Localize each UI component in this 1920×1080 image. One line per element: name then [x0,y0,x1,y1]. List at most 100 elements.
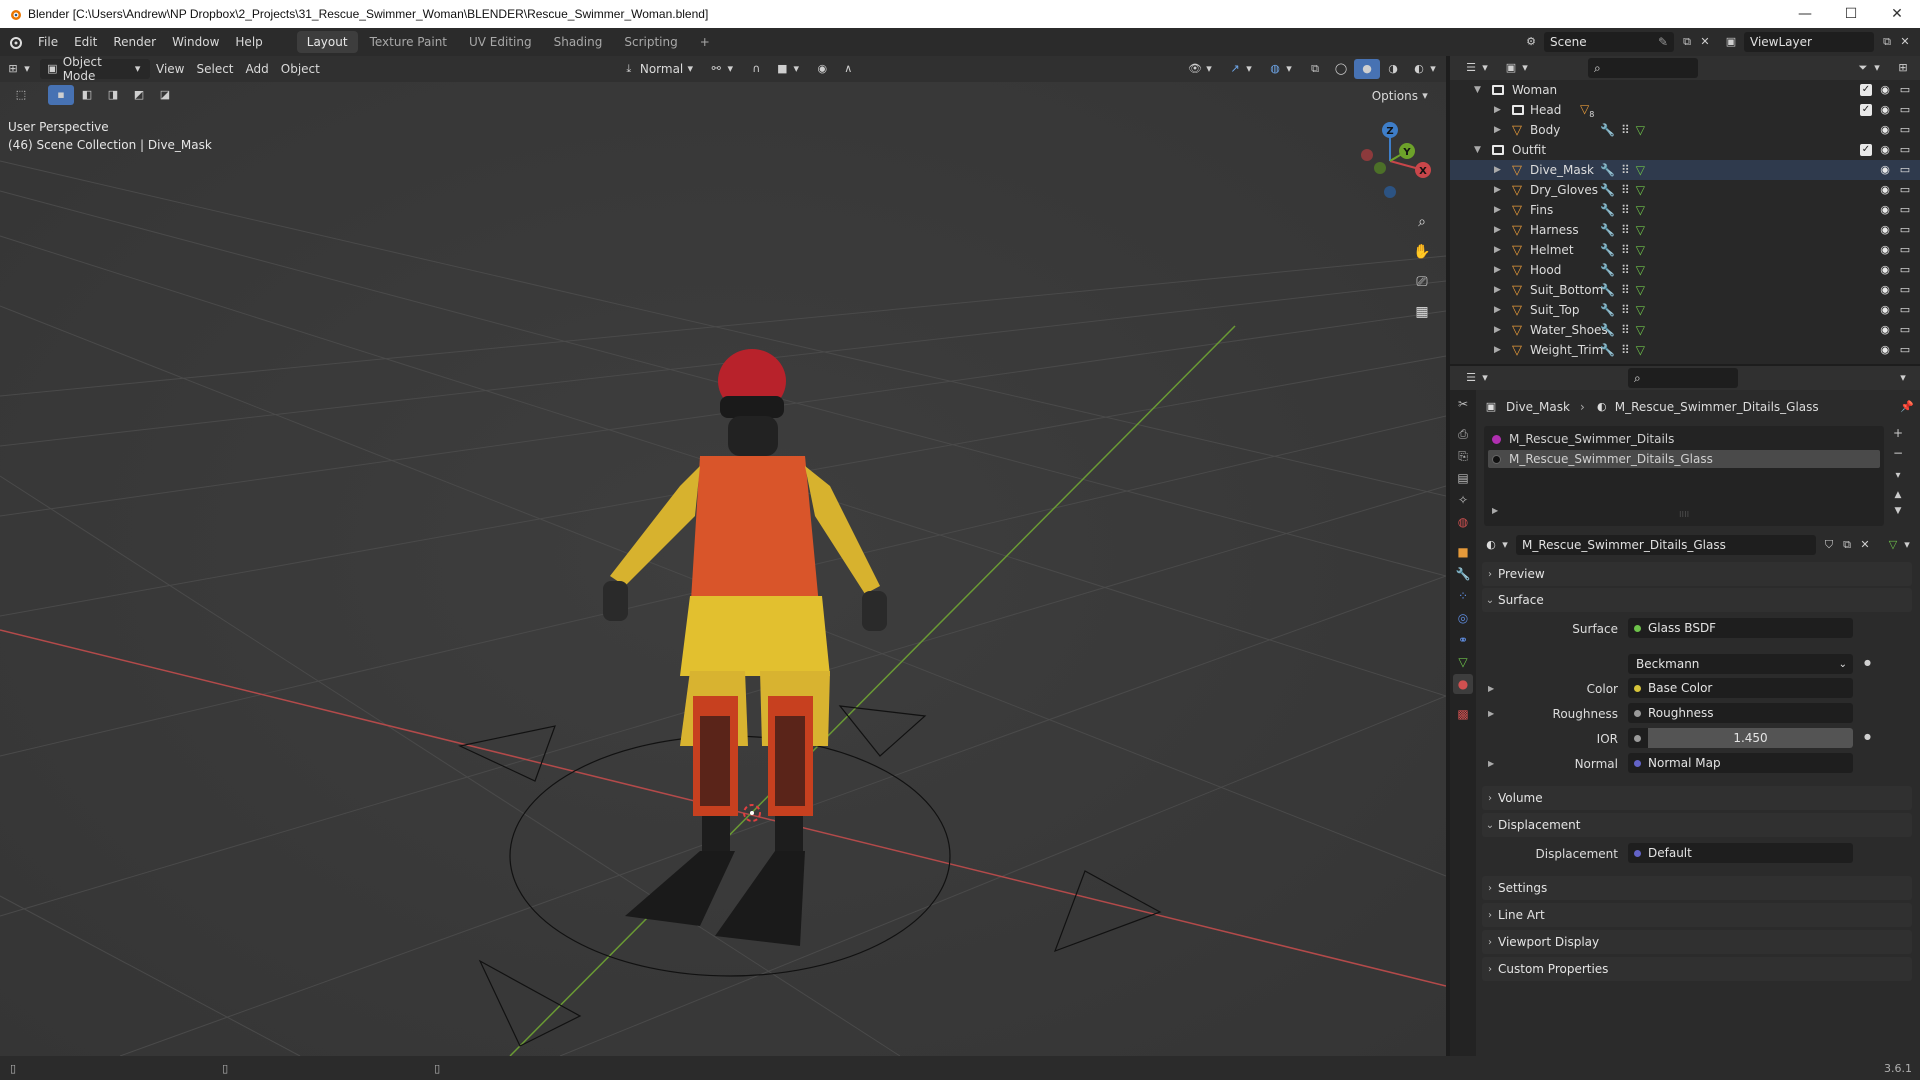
slot-specials-button[interactable]: ▾ [1888,470,1908,488]
expand-triangle-icon[interactable]: ▶ [1494,345,1504,355]
menu-edit[interactable]: Edit [66,35,105,49]
shading-material[interactable]: ◑ [1380,59,1406,79]
pin-icon[interactable]: 📌 [1900,400,1914,414]
tab-output[interactable]: ⎘ [1453,446,1473,466]
menu-render[interactable]: Render [105,35,164,49]
outliner-object-row[interactable]: ▶ ▽ Harness 🔧 ⠿ ▽ ◉ ▭ [1450,220,1920,240]
overlay-toggle[interactable]: ◍ ▾ [1262,59,1302,79]
blender-menu-icon[interactable] [0,35,30,49]
menu-select[interactable]: Select [190,59,239,79]
expand-triangle-icon[interactable]: ▶ [1494,285,1504,295]
eye-icon[interactable]: ◉ [1878,284,1892,296]
add-slot-button[interactable]: + [1888,426,1908,444]
material-browse-icon[interactable]: ◐ [1484,538,1498,552]
view-layer-field[interactable]: ViewLayer [1744,32,1874,52]
expand-triangle-icon[interactable]: ▶ [1494,265,1504,275]
tab-particles[interactable]: ⁘ [1453,586,1473,606]
zoom-tool[interactable]: ⌕ [1410,210,1434,234]
outliner-object-row[interactable]: ▶ Head ▽ 8 ✓ ◉ ▭ [1450,100,1920,120]
section-settings[interactable]: › Settings [1482,876,1912,900]
display-mode-dropdown[interactable]: ▣ ▾ [1498,58,1538,78]
tab-scene[interactable]: ✧ [1453,490,1473,510]
section-volume[interactable]: › Volume [1482,786,1912,810]
add-workspace-button[interactable]: + [690,31,720,53]
eye-icon[interactable]: ◉ [1878,84,1892,96]
tab-object[interactable]: ■ [1453,542,1473,562]
expand-triangle-icon[interactable]: ▶ [1492,506,1498,515]
monitor-icon[interactable]: ▭ [1898,84,1912,96]
shading-solid[interactable]: ● [1354,59,1380,79]
navigation-gizmo[interactable]: Z X Y [1345,116,1435,206]
snap-toggle[interactable]: ∩ [743,59,769,79]
ior-field[interactable]: 1.450 [1628,728,1853,748]
visibility-dropdown[interactable]: 👁 ▾ [1182,59,1222,79]
menu-window[interactable]: Window [164,35,227,49]
pan-tool[interactable]: ✋ [1410,240,1434,264]
section-displacement[interactable]: ⌄ Displacement [1482,813,1912,837]
monitor-icon[interactable]: ▭ [1898,124,1912,136]
delete-view-layer-icon[interactable]: ✕ [1898,35,1912,49]
scene-icon[interactable]: ⚙ [1524,35,1538,49]
tab-view-layer[interactable]: ▤ [1453,468,1473,488]
pin-icon[interactable]: ✎ [1658,35,1668,49]
tab-texture[interactable]: ▩ [1453,704,1473,724]
exclude-checkbox[interactable]: ✓ [1860,104,1872,116]
eye-icon[interactable]: ◉ [1878,244,1892,256]
displacement-input-field[interactable]: Default [1628,843,1853,863]
outliner-object-row[interactable]: ▶ ▽ Dive_Mask 🔧 ⠿ ▽ ◉ ▭ [1450,160,1920,180]
expand-triangle-icon[interactable]: ▶ [1494,305,1504,315]
tab-render[interactable]: ⎙ [1453,424,1473,444]
eye-icon[interactable]: ◉ [1878,344,1892,356]
expand-triangle-icon[interactable]: ▶ [1494,325,1504,335]
shading-rendered[interactable]: ◐ ▾ [1406,59,1446,79]
expand-triangle-icon[interactable]: ▶ [1494,125,1504,135]
eye-icon[interactable]: ◉ [1878,104,1892,116]
section-custom-properties[interactable]: › Custom Properties [1482,957,1912,981]
section-preview[interactable]: › Preview [1482,562,1912,586]
tab-world[interactable]: ◍ [1453,512,1473,532]
tab-shading[interactable]: Shading [544,31,613,53]
menu-help[interactable]: Help [227,35,270,49]
normal-input-field[interactable]: Normal Map [1628,753,1853,773]
select-extend-button[interactable]: ◧ [74,85,100,105]
outliner-object-row[interactable]: ▶ ▽ Suit_Top 🔧 ⠿ ▽ ◉ ▭ [1450,300,1920,320]
ortho-toggle-tool[interactable]: ▦ [1410,300,1434,324]
select-subtract-button[interactable]: ◨ [100,85,126,105]
outliner-object-row[interactable]: ▶ ▽ Weight_Trim 🔧 ⠿ ▽ ◉ ▭ [1450,340,1920,360]
scene-field[interactable]: Scene ✎ [1544,32,1674,52]
close-button[interactable]: ✕ [1874,0,1920,28]
outliner-object-row[interactable]: ▶ ▽ Water_Shoes 🔧 ⠿ ▽ ◉ ▭ [1450,320,1920,340]
outliner-search-input[interactable]: ⌕ [1588,58,1698,78]
monitor-icon[interactable]: ▭ [1898,244,1912,256]
orientation-dropdown[interactable]: ⤓ Normal ▾ [616,59,703,79]
tab-layout[interactable]: Layout [296,31,358,53]
expand-triangle-icon[interactable]: ▶ [1494,165,1504,175]
monitor-icon[interactable]: ▭ [1898,224,1912,236]
move-slot-up-button[interactable]: ▲ [1888,490,1908,506]
tab-modifiers[interactable]: 🔧 [1453,564,1473,584]
eye-icon[interactable]: ◉ [1878,124,1892,136]
expand-triangle-icon[interactable]: ▼ [1474,145,1484,155]
outliner-object-row[interactable]: ▶ ▽ Fins 🔧 ⠿ ▽ ◉ ▭ [1450,200,1920,220]
minimize-button[interactable]: — [1782,0,1828,28]
monitor-icon[interactable]: ▭ [1898,204,1912,216]
tab-material[interactable]: ● [1453,674,1473,694]
section-viewport-display[interactable]: › Viewport Display [1482,930,1912,954]
outliner-collection-row[interactable]: ▼ Woman ✓ ◉ ▭ [1450,80,1920,100]
distribution-dropdown[interactable]: Beckmann ⌄ [1628,654,1853,674]
monitor-icon[interactable]: ▭ [1898,284,1912,296]
keyframe-dot-icon[interactable]: ● [1864,732,1871,741]
exclude-checkbox[interactable]: ✓ [1860,144,1872,156]
xray-toggle[interactable]: ⧉ [1302,59,1328,79]
mode-dropdown[interactable]: ▣ Object Mode ▾ [40,56,150,83]
tab-uv-editing[interactable]: UV Editing [459,31,542,53]
tab-texture-paint[interactable]: Texture Paint [360,31,457,53]
section-surface[interactable]: ⌄ Surface [1482,588,1912,612]
editor-type-button[interactable]: ⊞ ▾ [0,59,40,79]
outliner-object-row[interactable]: ▶ ▽ Helmet 🔧 ⠿ ▽ ◉ ▭ [1450,240,1920,260]
shading-wireframe[interactable]: ◯ [1328,59,1354,79]
pivot-dropdown[interactable]: ⚯ ▾ [703,59,743,79]
color-input-field[interactable]: Base Color [1628,678,1853,698]
properties-search-input[interactable]: ⌕ [1628,368,1738,388]
eye-icon[interactable]: ◉ [1878,204,1892,216]
